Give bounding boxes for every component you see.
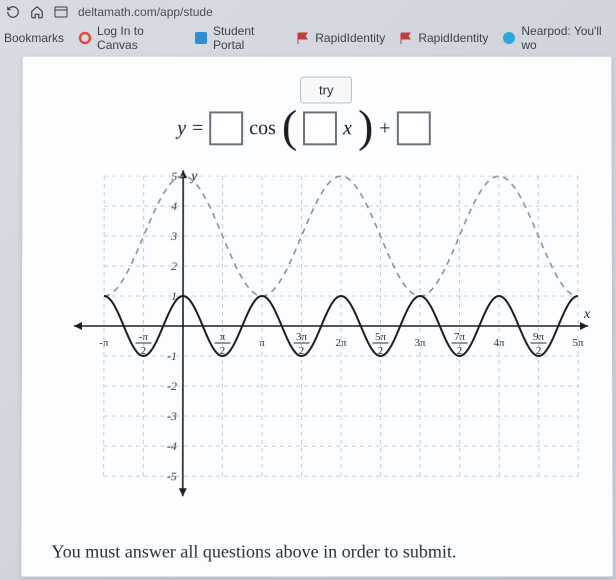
site-icon bbox=[54, 5, 68, 19]
bookmark-item[interactable]: RapidIdentity bbox=[296, 31, 385, 45]
svg-text:5π: 5π bbox=[573, 337, 585, 349]
svg-text:-5: -5 bbox=[167, 469, 177, 483]
svg-text:-3: -3 bbox=[167, 409, 177, 423]
bookmarks-bar: Bookmarks Log In to Canvas Student Portal… bbox=[0, 24, 616, 52]
svg-text:-2: -2 bbox=[167, 379, 177, 393]
bookmark-label: RapidIdentity bbox=[418, 31, 488, 45]
try-button-label: try bbox=[319, 83, 333, 98]
svg-text:3π: 3π bbox=[414, 337, 426, 349]
equation-y: y bbox=[177, 117, 186, 140]
svg-text:5π: 5π bbox=[375, 331, 387, 343]
bookmark-label: Nearpod: You'll wo bbox=[521, 24, 612, 52]
graph: -5-4-3-2-112345-π-π2π2π3π22π5π23π7π24π9π… bbox=[43, 166, 596, 516]
reload-icon[interactable] bbox=[6, 5, 20, 19]
svg-text:π: π bbox=[259, 337, 265, 349]
amplitude-blank[interactable] bbox=[209, 111, 243, 145]
svg-text:π: π bbox=[220, 331, 226, 343]
svg-text:3: 3 bbox=[170, 229, 177, 243]
browser-toolbar: deltamath.com/app/stude bbox=[0, 0, 616, 24]
equation: y = cos ( x ) + bbox=[177, 111, 430, 145]
equation-x: x bbox=[343, 117, 352, 140]
frequency-blank[interactable] bbox=[303, 111, 337, 145]
page-content: try y = cos ( x ) + -5-4-3-2-112345-π-π2… bbox=[21, 57, 612, 577]
equation-plus: + bbox=[379, 117, 390, 140]
svg-text:-4: -4 bbox=[167, 439, 177, 453]
circle-icon bbox=[502, 31, 516, 45]
bookmark-label: Student Portal bbox=[213, 24, 282, 52]
svg-text:4π: 4π bbox=[494, 337, 506, 349]
svg-text:9π: 9π bbox=[533, 331, 545, 343]
ring-icon bbox=[78, 31, 92, 45]
footer-message: You must answer all questions above in o… bbox=[51, 541, 456, 562]
svg-text:-π: -π bbox=[99, 337, 109, 349]
svg-text:2π: 2π bbox=[335, 337, 347, 349]
shift-blank[interactable] bbox=[397, 111, 431, 145]
flag-icon bbox=[296, 31, 310, 45]
equation-equals: = bbox=[192, 117, 203, 140]
svg-text:3π: 3π bbox=[296, 331, 308, 343]
svg-text:-1: -1 bbox=[167, 349, 177, 363]
bookmark-item[interactable]: Log In to Canvas bbox=[78, 24, 180, 52]
svg-text:y: y bbox=[189, 169, 198, 184]
url-fragment: deltamath.com/app/stude bbox=[78, 5, 213, 19]
home-icon[interactable] bbox=[30, 5, 44, 19]
flag-icon bbox=[399, 31, 413, 45]
bookmark-item[interactable]: RapidIdentity bbox=[399, 31, 488, 45]
bookmark-item[interactable]: Student Portal bbox=[194, 24, 282, 52]
equation-func: cos bbox=[249, 117, 276, 140]
svg-text:4: 4 bbox=[171, 199, 177, 213]
svg-text:2: 2 bbox=[171, 259, 177, 273]
bookmark-label: RapidIdentity bbox=[315, 31, 385, 45]
svg-text:-π: -π bbox=[139, 331, 149, 343]
svg-text:7π: 7π bbox=[454, 331, 466, 343]
bookmarks-label: Bookmarks bbox=[4, 31, 64, 45]
bookmark-label: Log In to Canvas bbox=[97, 24, 180, 52]
svg-text:x: x bbox=[583, 307, 591, 322]
try-button[interactable]: try bbox=[300, 77, 352, 104]
square-icon bbox=[194, 31, 208, 45]
bookmark-item[interactable]: Nearpod: You'll wo bbox=[502, 24, 612, 52]
